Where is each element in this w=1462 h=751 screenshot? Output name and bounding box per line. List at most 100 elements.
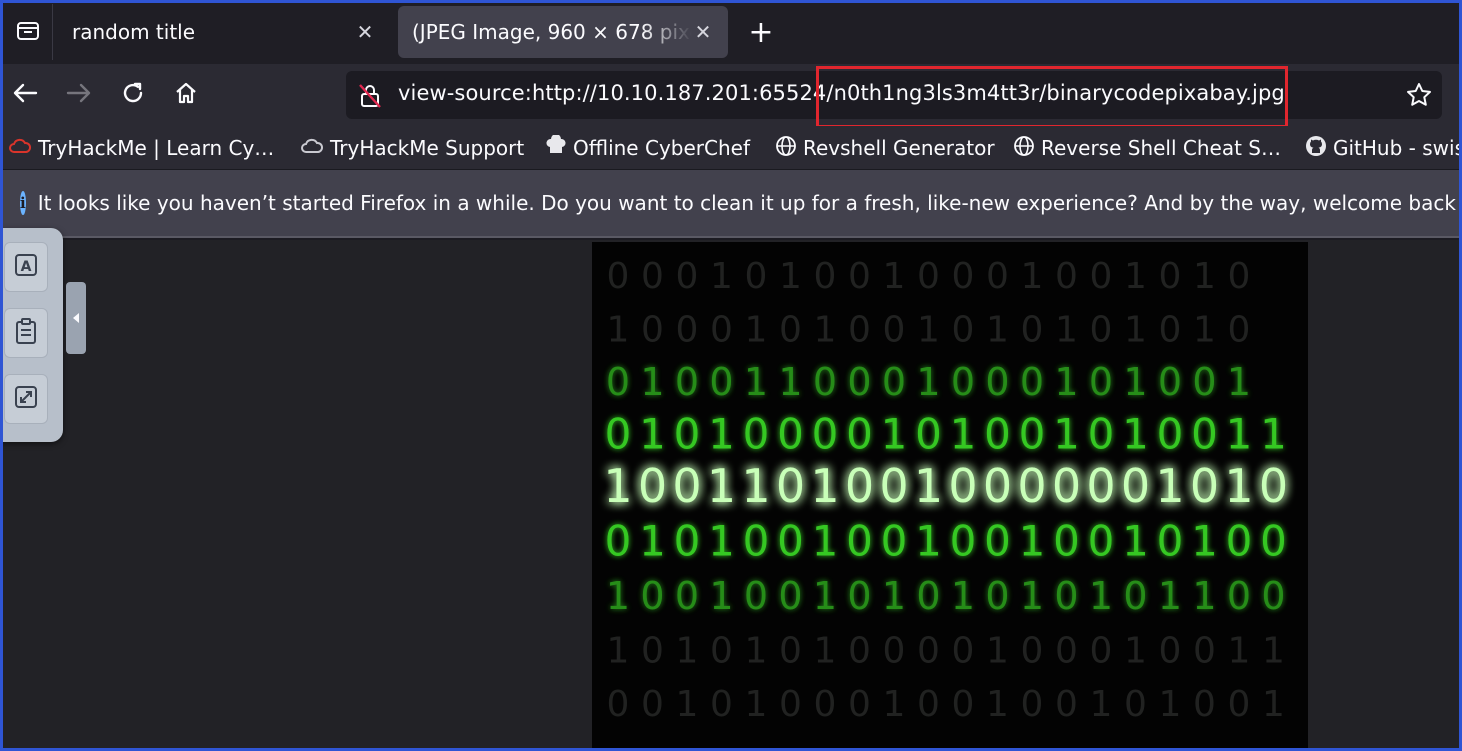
binary-digit: 1: [744, 360, 768, 404]
binary-digit: 0: [1159, 256, 1182, 297]
binary-digit: 1: [745, 684, 768, 725]
url-path-highlight: [816, 66, 1288, 128]
binary-digit: 0: [847, 360, 871, 404]
binary-digit: 0: [709, 360, 733, 404]
binary-digit: 0: [1192, 360, 1216, 404]
binary-digit: 0: [814, 256, 837, 297]
bookmark-reverse-shell-cheat-sheet[interactable]: Reverse Shell Cheat S…: [1013, 134, 1281, 162]
binary-digit: 1: [606, 574, 630, 618]
binary-digit: 1: [1122, 517, 1149, 566]
binary-digit: 0: [744, 574, 768, 618]
binary-digit: 0: [951, 360, 975, 404]
bookmark-star-icon[interactable]: [1406, 82, 1432, 112]
binary-digit: 0: [883, 310, 906, 351]
binary-digit: 0: [952, 631, 975, 672]
tab-strip: random title ✕ (JPEG Image, 960 × 678 pi…: [0, 0, 1462, 64]
new-tab-button[interactable]: +: [744, 14, 778, 50]
binary-digit: 0: [1089, 360, 1113, 404]
back-button[interactable]: [6, 76, 44, 114]
binary-code-image[interactable]: 0 0 0 1 0 1 0 0 1 0 0 0 1 0 0 1 0 1 01 0 0 0 1 0 1 0 0 1 0 1 0 1 0 1 0 1 00 1…: [592, 242, 1308, 751]
binary-digit: 0: [710, 310, 733, 351]
binary-digit: 1: [1226, 410, 1253, 459]
bookmark-tryhackme[interactable]: TryHackMe | Learn Cy…: [8, 134, 274, 162]
binary-digit: 1: [603, 459, 632, 513]
tab-list-icon: [16, 19, 40, 45]
binary-digit: 0: [607, 684, 630, 725]
binary-digit: 0: [915, 410, 942, 459]
binary-digit: 0: [606, 360, 630, 404]
bookmarks-toolbar: TryHackMe | Learn Cy… TryHackMe Support …: [0, 126, 1462, 170]
binary-digit: 1: [882, 574, 906, 618]
bookmark-label: Offline CyberChef: [573, 136, 750, 160]
binary-digit: 1: [639, 410, 666, 459]
binary-digit: 0: [1090, 256, 1113, 297]
binary-digit: 0: [1021, 310, 1044, 351]
binary-digit: 1: [745, 631, 768, 672]
close-icon[interactable]: ✕: [354, 20, 376, 44]
binary-digit: 0: [778, 574, 802, 618]
insecure-lock-icon[interactable]: [358, 83, 382, 113]
binary-digit: 0: [710, 631, 733, 672]
home-button[interactable]: [167, 76, 205, 114]
binary-digit: 0: [1053, 517, 1080, 566]
binary-digit: 0: [1191, 410, 1218, 459]
text-recognition-button[interactable]: A: [4, 242, 48, 292]
globe-icon: [775, 135, 803, 162]
url-bar[interactable]: view-source:http://10.10.187.201:65524/n…: [346, 66, 1442, 128]
binary-digit: 0: [984, 410, 1011, 459]
bookmark-offline-cyberchef[interactable]: Offline CyberChef: [545, 133, 750, 162]
binary-digit: 1: [1228, 631, 1251, 672]
binary-digit: 0: [1021, 631, 1044, 672]
binary-digit: 0: [641, 310, 664, 351]
binary-digit: 1: [1124, 310, 1147, 351]
binary-digit: 0: [1055, 256, 1078, 297]
binary-digit: 0: [950, 517, 977, 566]
binary-digit: 0: [1226, 517, 1253, 566]
bookmark-github[interactable]: GitHub - swis: [1305, 134, 1462, 162]
panel-collapse-handle[interactable]: [66, 282, 86, 354]
tab-label: random title: [72, 20, 196, 44]
binary-digit: 1: [1021, 256, 1044, 297]
forward-button[interactable]: [60, 76, 98, 114]
resize-button[interactable]: [4, 374, 48, 424]
binary-digit: 1: [1158, 574, 1182, 618]
reload-button[interactable]: [114, 76, 152, 114]
binary-digit: 1: [1089, 574, 1113, 618]
binary-digit: 0: [847, 574, 871, 618]
binary-digit: 1: [1260, 410, 1287, 459]
clipboard-button[interactable]: [4, 308, 48, 358]
binary-digit: 1: [986, 631, 1009, 672]
binary-digit: 0: [1159, 310, 1182, 351]
binary-digit: 1: [814, 631, 837, 672]
bookmark-tryhackme-support[interactable]: TryHackMe Support: [300, 134, 524, 162]
binary-digit: 1: [676, 684, 699, 725]
binary-digit: 0: [881, 517, 908, 566]
reload-icon: [121, 81, 145, 109]
binary-digit: 0: [1157, 517, 1184, 566]
binary-digit: 1: [915, 517, 942, 566]
binary-digit: 1: [709, 574, 733, 618]
binary-digit: 1: [986, 310, 1009, 351]
binary-digit: 1: [812, 517, 839, 566]
binary-digit: 1: [951, 574, 975, 618]
binary-digit: 1: [741, 459, 770, 513]
bookmark-label: GitHub - swis: [1333, 136, 1462, 160]
tab-jpeg-image[interactable]: (JPEG Image, 960 × 678 pixels) ✕: [398, 6, 728, 58]
binary-digit: 1: [1019, 517, 1046, 566]
binary-digit: 0: [1228, 310, 1251, 351]
bookmark-label: Reverse Shell Cheat S…: [1041, 136, 1281, 160]
binary-digit: 1: [1159, 684, 1182, 725]
binary-digit: 0: [605, 410, 632, 459]
binary-digit: 1: [917, 310, 940, 351]
binary-digit: 1: [1262, 631, 1285, 672]
tab-random-title[interactable]: random title ✕: [58, 6, 390, 58]
binary-digit: 0: [1124, 684, 1147, 725]
binary-digit: 0: [1193, 684, 1216, 725]
tab-list-button[interactable]: [3, 4, 53, 60]
back-arrow-icon: [12, 82, 38, 108]
bookmark-revshell-generator[interactable]: Revshell Generator: [775, 134, 995, 162]
binary-digit: 0: [1090, 631, 1113, 672]
binary-digit: 1: [1155, 459, 1184, 513]
close-icon[interactable]: ✕: [692, 20, 714, 44]
binary-digit: 1: [1122, 410, 1149, 459]
